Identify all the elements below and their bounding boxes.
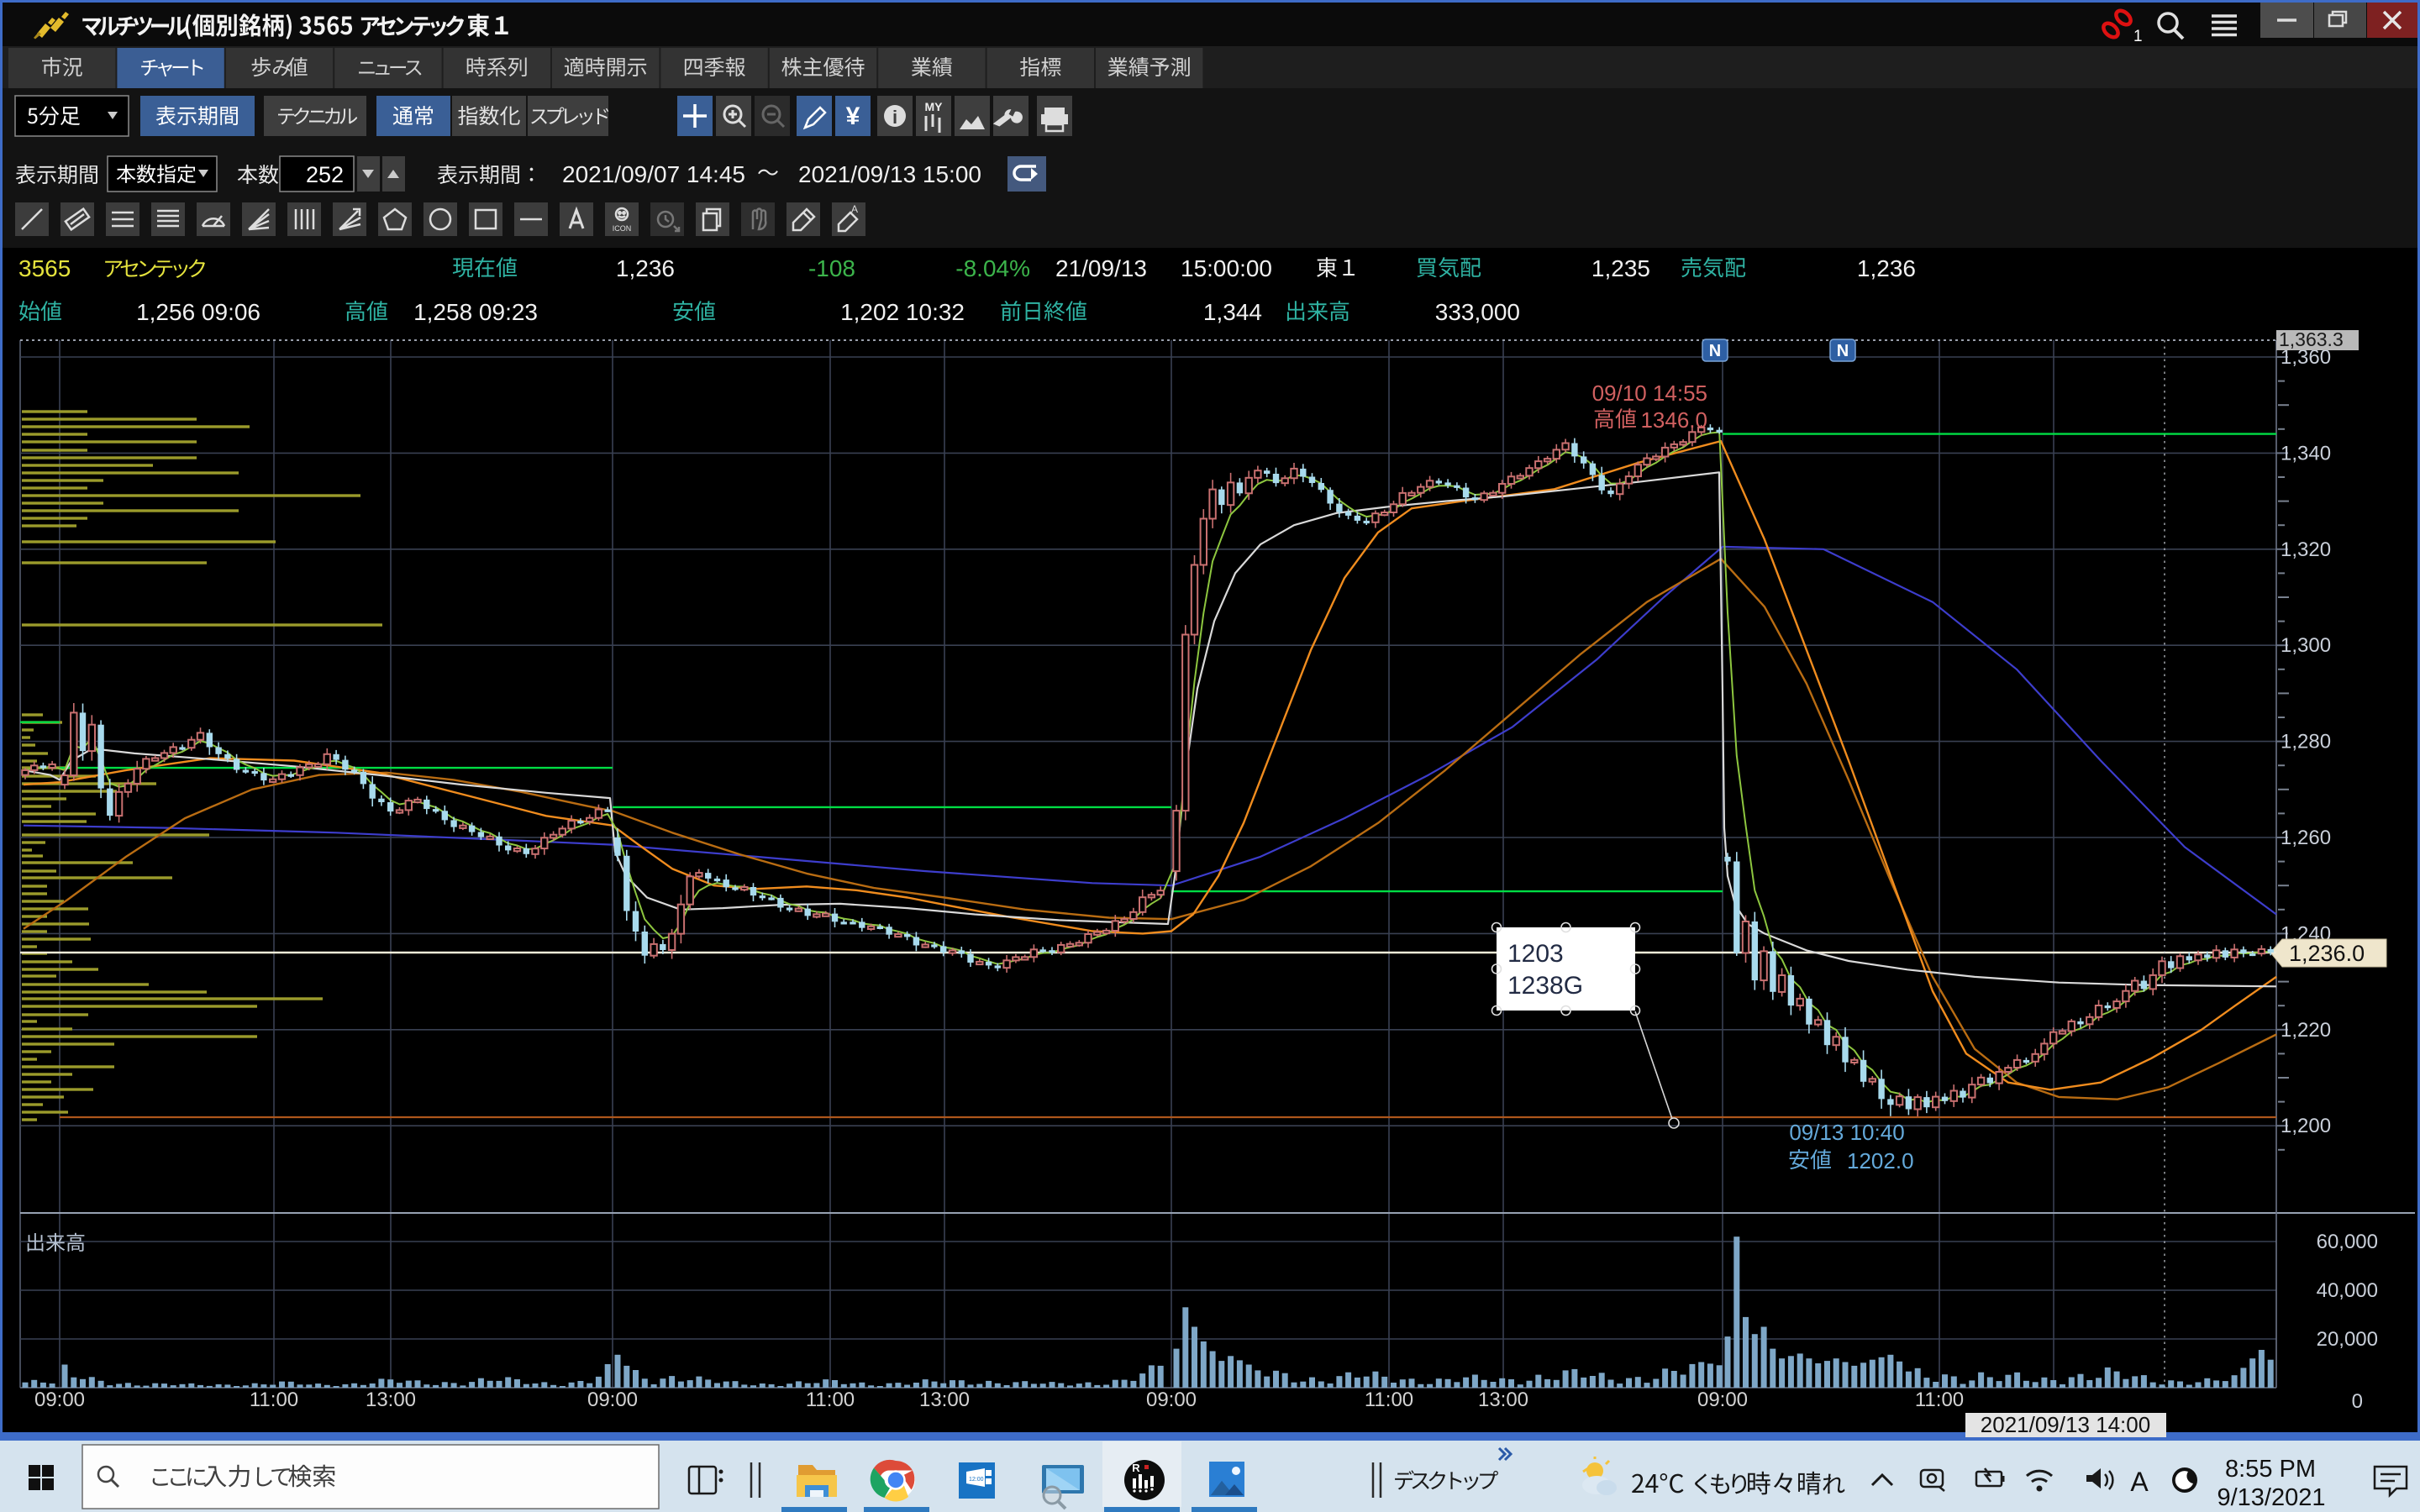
- svg-text:-8.04%: -8.04%: [955, 255, 1030, 281]
- svg-text:09/10 14:55: 09/10 14:55: [1592, 381, 1707, 406]
- svg-text:1,260: 1,260: [2281, 827, 2331, 849]
- svg-text:-108: -108: [808, 255, 855, 281]
- svg-text:2021/09/07 14:45: 2021/09/07 14:45: [562, 161, 745, 187]
- svg-text:2021/09/13 15:00: 2021/09/13 15:00: [798, 161, 981, 187]
- svg-text:MY: MY: [925, 100, 944, 113]
- svg-text:09:00: 09:00: [34, 1389, 85, 1411]
- svg-text:13:00: 13:00: [366, 1389, 416, 1411]
- svg-text:0: 0: [2352, 1390, 2363, 1413]
- svg-text:09:00: 09:00: [1146, 1389, 1197, 1411]
- svg-text:11:00: 11:00: [1915, 1389, 1964, 1411]
- svg-text:13:00: 13:00: [919, 1389, 970, 1411]
- svg-text:1,236: 1,236: [1857, 255, 1916, 281]
- svg-text:20,000: 20,000: [2317, 1328, 2378, 1351]
- svg-text:09:00: 09:00: [1697, 1389, 1748, 1411]
- svg-text:15:00:00: 15:00:00: [1181, 255, 1272, 281]
- svg-text:9/13/2021: 9/13/2021: [2217, 1484, 2325, 1511]
- svg-text:N: N: [1709, 342, 1721, 360]
- svg-text:1,280: 1,280: [2281, 731, 2331, 753]
- svg-text:09:00: 09:00: [587, 1389, 638, 1411]
- svg-text:13:00: 13:00: [1478, 1389, 1528, 1411]
- svg-text:1238G: 1238G: [1507, 972, 1583, 1000]
- svg-text:333,000: 333,000: [1435, 299, 1520, 325]
- svg-text:1202.0: 1202.0: [1847, 1148, 1914, 1173]
- svg-text:252: 252: [306, 162, 344, 187]
- svg-text:11:00: 11:00: [806, 1389, 855, 1411]
- svg-text:1,320: 1,320: [2281, 538, 2331, 561]
- svg-text:1,363.3: 1,363.3: [2279, 328, 2344, 350]
- svg-text:11:00: 11:00: [250, 1389, 298, 1411]
- svg-text:11:00: 11:00: [1365, 1389, 1413, 1411]
- svg-text:1,236.0: 1,236.0: [2289, 941, 2365, 966]
- svg-text:1,235: 1,235: [1591, 255, 1650, 281]
- svg-text:i: i: [892, 107, 897, 128]
- svg-text:21/09/13: 21/09/13: [1055, 255, 1147, 281]
- svg-text:12:00: 12:00: [969, 1477, 984, 1483]
- svg-text:8:55 PM: 8:55 PM: [2225, 1456, 2316, 1483]
- svg-text:1,258 09:23: 1,258 09:23: [413, 299, 538, 325]
- svg-text:3565: 3565: [18, 255, 71, 281]
- svg-text:1346.0: 1346.0: [1640, 407, 1707, 433]
- svg-text:1: 1: [2133, 28, 2143, 45]
- svg-text:R: R: [1132, 1462, 1140, 1474]
- svg-text:A: A: [2130, 1467, 2149, 1497]
- svg-text:1,200: 1,200: [2281, 1115, 2331, 1137]
- svg-text:N: N: [1837, 342, 1849, 360]
- svg-text:2021/09/13 14:00: 2021/09/13 14:00: [1981, 1412, 2150, 1437]
- svg-text:1,340: 1,340: [2281, 442, 2331, 465]
- svg-text:1,202 10:32: 1,202 10:32: [840, 299, 965, 325]
- svg-text:A: A: [851, 203, 858, 215]
- svg-text:09/13 10:40: 09/13 10:40: [1789, 1120, 1904, 1145]
- svg-text:1,236: 1,236: [616, 255, 675, 281]
- svg-text:1,344: 1,344: [1203, 299, 1262, 325]
- svg-text:1,220: 1,220: [2281, 1019, 2331, 1042]
- svg-text:ICON: ICON: [613, 224, 632, 233]
- svg-text:1203: 1203: [1507, 940, 1564, 968]
- svg-text:1,300: 1,300: [2281, 634, 2331, 657]
- svg-text:¥: ¥: [846, 102, 860, 130]
- svg-text:40,000: 40,000: [2317, 1279, 2378, 1302]
- svg-text:60,000: 60,000: [2317, 1231, 2378, 1253]
- svg-text:1,256 09:06: 1,256 09:06: [136, 299, 260, 325]
